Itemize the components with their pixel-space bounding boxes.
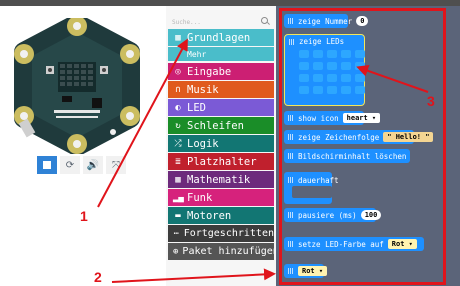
grid-icon: [288, 177, 294, 183]
category-label: Eingabe: [187, 65, 232, 78]
category-label: Motoren: [187, 209, 232, 222]
grid-icon: [288, 115, 294, 121]
category-logik[interactable]: ⤮ Logik: [168, 135, 274, 152]
category-grundlagen[interactable]: ▦ Grundlagen: [168, 29, 274, 46]
category-label: Logik: [187, 137, 219, 150]
category-mathematik[interactable]: ▦ Mathematik: [168, 171, 274, 188]
restart-button[interactable]: ⟳: [60, 156, 80, 174]
block-clear-screen[interactable]: Bildschirminhalt löschen: [284, 149, 410, 163]
list-icon: ≣: [175, 156, 181, 167]
color-dropdown[interactable]: Rot ▾: [298, 266, 328, 276]
category-musik[interactable]: ∩ Musik: [168, 81, 274, 98]
sound-icon: 🔊: [86, 159, 100, 171]
grid-icon: [288, 153, 294, 159]
car-icon: ▬: [175, 210, 181, 221]
signal-icon: ▂▄: [173, 192, 184, 203]
block-set-led-color[interactable]: setze LED-Farbe auf Rot ▾: [284, 237, 424, 251]
block-show-icon[interactable]: show icon heart ▾: [284, 111, 381, 125]
plus-icon: ⊕: [173, 246, 179, 257]
category-funk[interactable]: ▂▄ Funk: [168, 189, 274, 206]
stop-button[interactable]: [37, 156, 57, 174]
category-platzhalter[interactable]: ≣ Platzhalter: [168, 153, 274, 170]
category-label: Schleifen: [187, 119, 244, 132]
category-label: Mehr: [187, 49, 207, 59]
category-label: Musik: [187, 83, 219, 96]
grid-icon: [288, 241, 294, 247]
grid-icon: ▦: [175, 32, 181, 43]
loop-icon: ↻: [175, 120, 181, 131]
pause-input[interactable]: 100: [360, 210, 382, 220]
target-icon: ◎: [175, 66, 181, 77]
mute-button[interactable]: 🔊: [83, 156, 103, 174]
search-placeholder: Suche...: [172, 19, 201, 26]
block-show-leds[interactable]: zeige LEDs: [284, 34, 365, 106]
annotation-number-3: 3: [427, 93, 435, 109]
number-input[interactable]: 0: [356, 16, 369, 26]
grid-icon: [288, 268, 294, 274]
calliope-board-image[interactable]: [2, 18, 152, 154]
more-icon: ⋯: [173, 228, 180, 239]
icon-dropdown[interactable]: heart ▾: [342, 113, 381, 123]
block-show-number[interactable]: zeige Nummer 0: [284, 14, 369, 28]
fullscreen-icon: ⤧: [112, 159, 120, 171]
simulator-panel: ⟳ 🔊 ⤧: [0, 6, 168, 286]
category-label: Funk: [187, 191, 213, 204]
category-label: Mathematik: [187, 173, 251, 186]
block-show-string[interactable]: zeige Zeichenfolge " Hello! ": [284, 130, 434, 144]
block-color-red[interactable]: Rot ▾: [284, 264, 328, 278]
category-eingabe[interactable]: ◎ Eingabe: [168, 63, 274, 80]
annotation-number-1: 1: [80, 208, 88, 224]
category-label: Fortgeschritten: [183, 228, 274, 239]
grid-icon: [288, 18, 294, 24]
block-forever[interactable]: dauerhaft: [284, 172, 339, 204]
calculator-icon: ▦: [175, 174, 181, 185]
restart-icon: ⟳: [65, 159, 75, 171]
category-fortgeschritten[interactable]: ⋯ Fortgeschritten: [168, 225, 274, 242]
category-label: Platzhalter: [187, 155, 257, 168]
grid-icon: [288, 212, 294, 218]
annotation-number-2: 2: [94, 269, 102, 285]
string-input[interactable]: " Hello! ": [383, 132, 434, 142]
category-paket-hinzufuegen[interactable]: ⊕ Paket hinzufügen: [168, 243, 274, 260]
shuffle-icon: ⤮: [174, 138, 182, 149]
category-led[interactable]: ◐ LED: [168, 99, 274, 116]
category-motoren[interactable]: ▬ Motoren: [168, 207, 274, 224]
led-matrix-editor[interactable]: [299, 50, 365, 94]
simulator-controls: ⟳ 🔊 ⤧: [37, 156, 126, 174]
fullscreen-button[interactable]: ⤧: [106, 156, 126, 174]
headphones-icon: ∩: [175, 84, 181, 95]
search-icon[interactable]: [261, 17, 268, 24]
stop-icon: [43, 161, 51, 169]
block-pause[interactable]: pausiere (ms) 100: [284, 208, 382, 222]
category-mehr[interactable]: Mehr: [168, 47, 274, 61]
toggle-icon: ◐: [175, 102, 181, 113]
category-schleifen[interactable]: ↻ Schleifen: [168, 117, 274, 134]
grid-icon: [289, 39, 295, 45]
category-label: Paket hinzufügen: [182, 246, 274, 257]
category-label: LED: [187, 101, 206, 114]
grid-icon: [288, 134, 294, 140]
color-dropdown[interactable]: Rot ▾: [387, 239, 417, 249]
category-label: Grundlagen: [187, 31, 251, 44]
search-input[interactable]: Suche...: [168, 15, 272, 30]
